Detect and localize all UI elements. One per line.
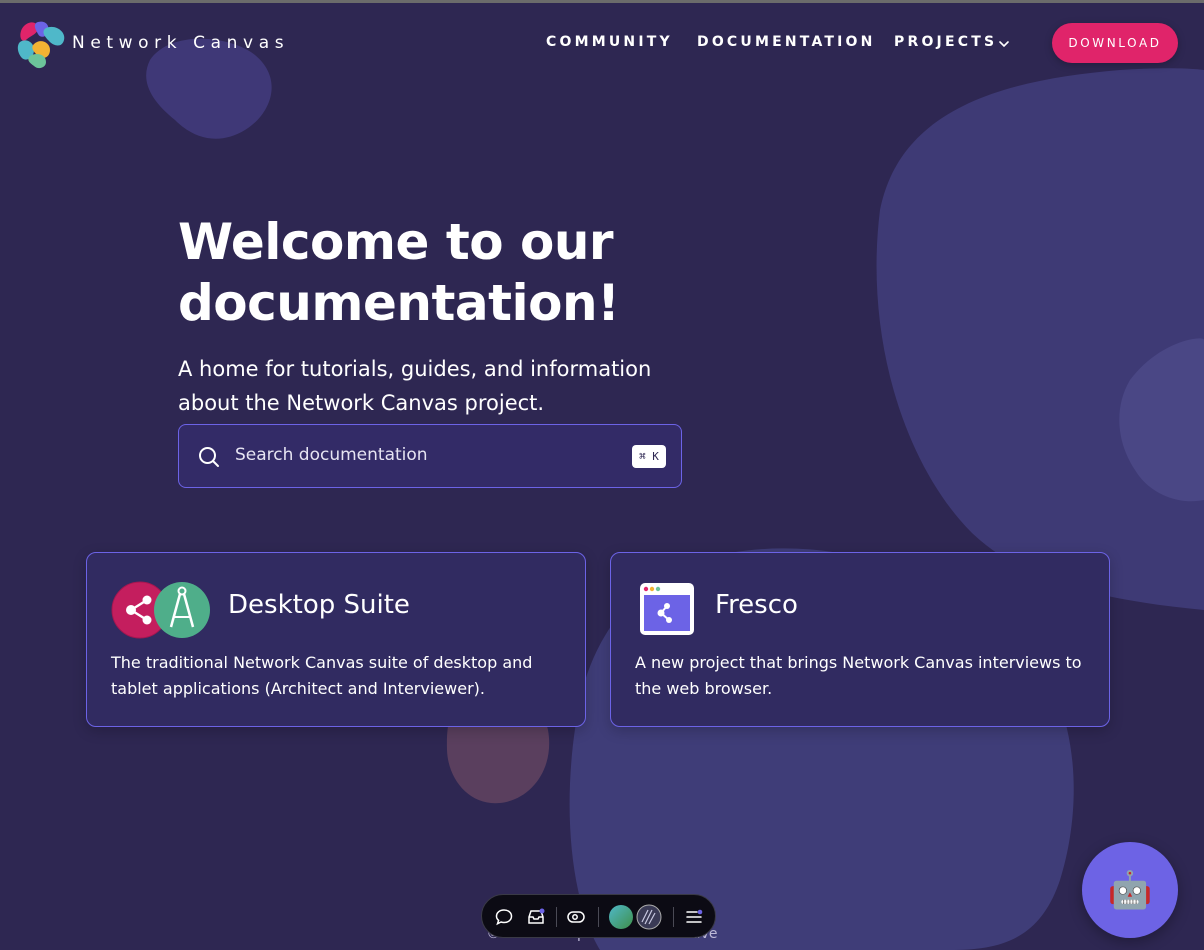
network-canvas-logo[interactable] bbox=[16, 18, 68, 70]
card-title: Desktop Suite bbox=[228, 590, 410, 620]
keyboard-shortcut-badge: ⌘ K bbox=[632, 445, 666, 468]
page-title: Welcome to our documentation! bbox=[178, 213, 620, 332]
fresco-icon bbox=[640, 583, 694, 635]
card-description: The traditional Network Canvas suite of … bbox=[111, 653, 533, 698]
brand-name[interactable]: Network Canvas bbox=[72, 33, 289, 53]
search-placeholder: Search documentation bbox=[235, 445, 428, 465]
nav-documentation[interactable]: DOCUMENTATION bbox=[697, 34, 876, 50]
search-icon bbox=[199, 447, 219, 467]
avatar[interactable] bbox=[608, 904, 634, 930]
download-button[interactable]: DOWNLOAD bbox=[1052, 23, 1178, 63]
toolbar-divider bbox=[673, 907, 674, 927]
card-fresco[interactable]: Fresco A new project that brings Network… bbox=[610, 552, 1110, 727]
desktop-suite-icon bbox=[111, 581, 210, 639]
site-header: Network Canvas COMMUNITY DOCUMENTATION P… bbox=[0, 3, 1204, 83]
page-subtitle: A home for tutorials, guides, and inform… bbox=[178, 357, 652, 415]
eye-icon[interactable] bbox=[566, 907, 586, 927]
floating-toolbar bbox=[481, 894, 716, 938]
card-desktop-suite[interactable]: Desktop Suite The traditional Network Ca… bbox=[86, 552, 586, 727]
menu-icon[interactable] bbox=[684, 907, 704, 927]
toolbar-divider bbox=[598, 907, 599, 927]
nav-projects[interactable]: PROJECTS bbox=[894, 34, 997, 50]
chevron-down-icon[interactable] bbox=[998, 39, 1010, 49]
comment-icon[interactable] bbox=[494, 907, 514, 927]
card-description: A new project that brings Network Canvas… bbox=[635, 653, 1082, 698]
nav-community[interactable]: COMMUNITY bbox=[546, 34, 673, 50]
search-input[interactable]: Search documentation ⌘ K bbox=[178, 424, 682, 488]
avatar[interactable] bbox=[636, 904, 662, 930]
toolbar-divider bbox=[556, 907, 557, 927]
card-title: Fresco bbox=[715, 590, 798, 620]
chatbot-button[interactable]: 🤖 bbox=[1082, 842, 1178, 938]
inbox-icon[interactable] bbox=[526, 907, 546, 927]
